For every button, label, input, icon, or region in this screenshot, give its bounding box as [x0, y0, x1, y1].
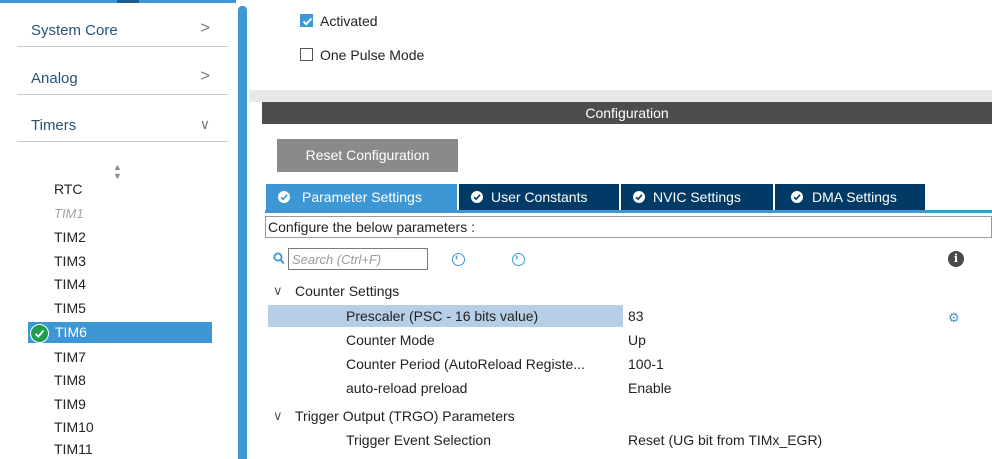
chevron-left-icon: ‹ [455, 252, 459, 263]
list-item-tim11[interactable]: TIM11 [54, 441, 93, 457]
param-name-cell: Trigger Event Selection [268, 429, 623, 451]
param-row-trigger-event-selection[interactable]: Trigger Event Selection Reset (UG bit fr… [268, 429, 992, 451]
checkbox-unchecked-icon [300, 48, 313, 61]
param-value[interactable]: Enable [628, 380, 672, 396]
chevron-down-icon: ∨ [273, 408, 283, 423]
reset-configuration-button[interactable]: Reset Configuration [277, 139, 458, 172]
sort-arrows-icon[interactable]: ▲ ▼ [113, 163, 122, 181]
param-name-cell: Prescaler (PSC - 16 bits value) [268, 305, 623, 327]
checkbox-checked-icon [300, 14, 313, 27]
category-timers[interactable]: Timers ∨ [17, 95, 228, 142]
list-item-tim1[interactable]: TIM1 [54, 206, 84, 221]
tab-parameter-settings[interactable]: Parameter Settings [266, 184, 457, 210]
group-label: Trigger Output (TRGO) Parameters [295, 408, 515, 424]
category-label: Analog [31, 70, 78, 87]
info-icon[interactable]: i [948, 251, 964, 267]
param-name-cell: auto-reload preload [268, 377, 623, 399]
chevron-right-icon: > [200, 18, 210, 37]
param-value[interactable]: 100-1 [628, 356, 664, 372]
category-analog[interactable]: Analog > [17, 48, 228, 95]
search-icon [273, 252, 285, 270]
list-item-label: TIM6 [55, 324, 87, 340]
param-name: Counter Period (AutoReload Registe... [346, 356, 585, 372]
tab-nvic-settings[interactable]: NVIC Settings [621, 184, 773, 210]
panel-divider[interactable] [249, 90, 992, 102]
param-row-prescaler[interactable]: Prescaler (PSC - 16 bits value) 83 [268, 305, 992, 327]
search-next-button[interactable]: › [512, 252, 525, 266]
check-circle-icon [791, 191, 803, 203]
param-value[interactable]: 83 [628, 308, 644, 324]
chevron-right-icon: > [200, 66, 210, 85]
list-item-tim2[interactable]: TIM2 [54, 229, 86, 245]
check-circle-icon [471, 191, 483, 203]
list-item-tim3[interactable]: TIM3 [54, 253, 86, 269]
list-item-tim6[interactable]: TIM6 [28, 322, 212, 343]
list-item-tim8[interactable]: TIM8 [54, 372, 86, 388]
param-name: Trigger Event Selection [346, 432, 491, 448]
tab-label: DMA Settings [812, 189, 897, 205]
param-row-counter-mode[interactable]: Counter Mode Up [268, 329, 992, 351]
param-name: Prescaler (PSC - 16 bits value) [346, 308, 539, 324]
search-previous-button[interactable]: ‹ [452, 252, 465, 266]
param-value[interactable]: Reset (UG bit from TIMx_EGR) [628, 432, 822, 448]
tab-underline [265, 210, 992, 213]
tab-label: NVIC Settings [653, 189, 741, 205]
param-value[interactable]: Up [628, 332, 646, 348]
list-item-tim5[interactable]: TIM5 [54, 300, 86, 316]
category-label: Timers [31, 117, 77, 134]
check-circle-icon [278, 191, 290, 203]
sidebar-scrollbar[interactable] [238, 6, 247, 459]
group-label: Counter Settings [295, 283, 400, 299]
one-pulse-mode-label: One Pulse Mode [320, 47, 425, 63]
category-system-core[interactable]: System Core > [17, 0, 228, 47]
list-item-tim7[interactable]: TIM7 [54, 349, 86, 365]
gear-icon[interactable]: ⚙ [948, 310, 960, 326]
sidebar: System Core > Analog > Timers ∨ ▲ ▼ RTC T… [0, 0, 249, 459]
tab-label: User Constants [491, 189, 588, 205]
list-item-tim9[interactable]: TIM9 [54, 396, 86, 412]
tab-dma-settings[interactable]: DMA Settings [775, 184, 925, 210]
param-name-cell: Counter Mode [268, 329, 623, 351]
param-row-auto-reload-preload[interactable]: auto-reload preload Enable [268, 377, 992, 399]
tab-user-constants[interactable]: User Constants [459, 184, 619, 210]
param-name: auto-reload preload [346, 380, 468, 396]
chevron-right-icon: › [515, 252, 519, 263]
param-name: Counter Mode [346, 332, 435, 348]
param-row-counter-period[interactable]: Counter Period (AutoReload Registe... 10… [268, 353, 992, 375]
check-circle-icon [30, 324, 49, 343]
chevron-down-icon: ∨ [199, 116, 210, 132]
list-item-rtc[interactable]: RTC [54, 181, 83, 197]
parameters-description: Configure the below parameters : [265, 216, 992, 238]
configuration-header: Configuration [262, 102, 992, 124]
activated-label: Activated [320, 13, 378, 29]
chevron-down-icon: ∨ [273, 283, 283, 298]
check-circle-icon [633, 191, 645, 203]
list-item-tim4[interactable]: TIM4 [54, 276, 86, 292]
search-input[interactable] [288, 248, 428, 270]
param-name-cell: Counter Period (AutoReload Registe... [268, 353, 623, 375]
tab-label: Parameter Settings [302, 189, 422, 205]
category-label: System Core [31, 22, 118, 39]
list-item-tim10[interactable]: TIM10 [54, 419, 94, 435]
